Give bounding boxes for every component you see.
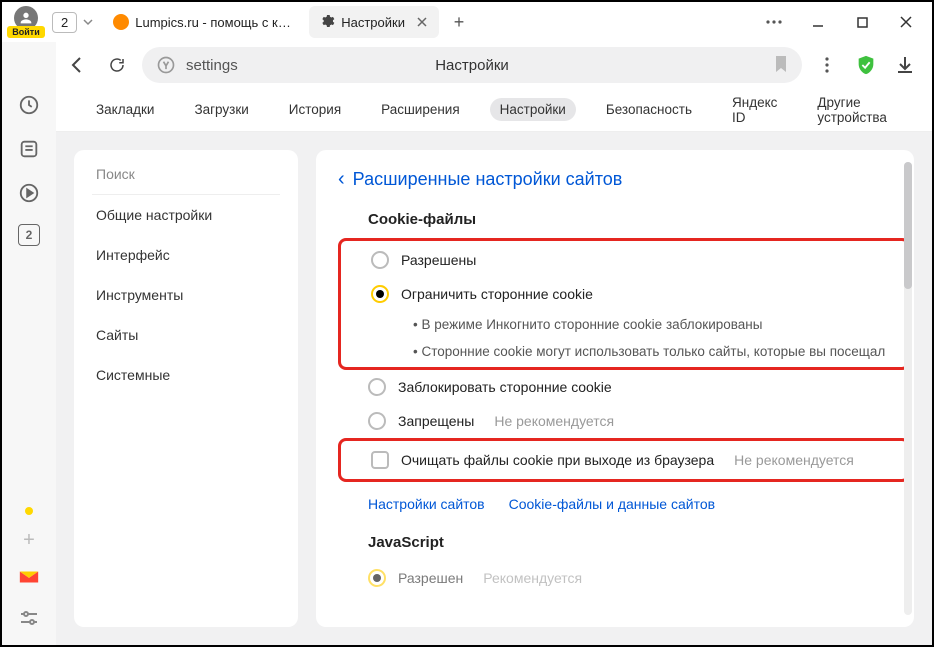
topnav-security[interactable]: Безопасность (596, 98, 702, 121)
favicon-icon (113, 14, 129, 30)
search-y-icon (156, 55, 176, 75)
option-label: Запрещены (398, 413, 474, 429)
omnibox-title: Настройки (142, 57, 802, 74)
hint-recommended: Рекомендуется (483, 570, 582, 586)
play-icon[interactable] (16, 180, 42, 206)
tab-title: Настройки (341, 15, 405, 30)
topnav-other-devices[interactable]: Другие устройства (807, 91, 902, 129)
radio-selected-icon (368, 569, 386, 587)
settings-topnav: Закладки Загрузки История Расширения Нас… (56, 88, 932, 132)
highlight-frame-1: Разрешены Ограничить сторонние cookie В … (338, 238, 910, 370)
more-button[interactable] (752, 4, 796, 40)
topnav-settings[interactable]: Настройки (490, 98, 576, 121)
sidebar-search[interactable]: Поиск (74, 154, 298, 194)
option-label: Разрешены (401, 252, 476, 268)
breadcrumb-back[interactable]: ‹ Расширенные настройки сайтов (338, 168, 914, 191)
close-button[interactable] (884, 4, 928, 40)
titlebar: Войти 2 Lumpics.ru - помощь с ком Настро… (2, 2, 932, 42)
hint-not-recommended: Не рекомендуется (494, 413, 614, 429)
option-label: Ограничить сторонние cookie (401, 286, 593, 302)
close-icon[interactable] (415, 15, 429, 29)
sidebar-item-tools[interactable]: Инструменты (74, 275, 298, 315)
sidebar-settings-icon[interactable] (16, 605, 42, 631)
new-tab-button[interactable]: + (445, 8, 473, 36)
highlight-frame-2: Очищать файлы cookie при выходе из брауз… (338, 438, 910, 482)
section-title-cookies: Cookie-файлы (368, 211, 914, 228)
login-badge: Войти (7, 26, 44, 38)
profile-area[interactable]: Войти (6, 6, 46, 38)
window-controls (752, 4, 928, 40)
add-panel-button[interactable]: + (23, 529, 35, 552)
radio-icon (368, 412, 386, 430)
limit-note-2: Сторонние cookie могут использовать толь… (341, 338, 907, 365)
limit-note-1: В режиме Инкогнито сторонние cookie забл… (341, 311, 907, 338)
option-cookies-forbidden[interactable]: Запрещены Не рекомендуется (338, 404, 914, 438)
sidebar-item-interface[interactable]: Интерфейс (74, 235, 298, 275)
gear-icon (319, 13, 335, 32)
bookmark-icon[interactable] (774, 55, 788, 76)
scrollbar[interactable] (904, 162, 912, 615)
tab-settings[interactable]: Настройки (309, 6, 439, 38)
radio-selected-icon (371, 285, 389, 303)
back-button[interactable] (62, 50, 92, 80)
chevron-down-icon (79, 13, 97, 31)
hint-not-recommended: Не рекомендуется (734, 452, 854, 468)
tab-title: Lumpics.ru - помощь с ком (135, 15, 293, 30)
maximize-button[interactable] (840, 4, 884, 40)
omnibox[interactable]: settings Настройки (142, 47, 802, 83)
cookie-links: Настройки сайтов Cookie-файлы и данные с… (338, 482, 914, 526)
tab-counter[interactable]: 2 (52, 12, 97, 33)
tabs-count-box[interactable]: 2 (18, 224, 40, 246)
protect-shield-icon[interactable] (852, 51, 880, 79)
vertical-sidebar: 2 + (2, 42, 56, 645)
address-bar: settings Настройки (2, 42, 932, 88)
topnav-downloads[interactable]: Загрузки (184, 98, 258, 121)
topnav-extensions[interactable]: Расширения (371, 98, 470, 121)
minimize-button[interactable] (796, 4, 840, 40)
option-cookies-allowed[interactable]: Разрешены (341, 243, 907, 277)
option-clear-on-exit[interactable]: Очищать файлы cookie при выходе из брауз… (341, 443, 907, 477)
sidebar-item-general[interactable]: Общие настройки (74, 195, 298, 235)
settings-sidebar: Поиск Общие настройки Интерфейс Инструме… (74, 150, 298, 627)
history-clock-icon[interactable] (16, 92, 42, 118)
breadcrumb-label: Расширенные настройки сайтов (353, 169, 623, 190)
kebab-menu-button[interactable] (812, 50, 842, 80)
reload-button[interactable] (102, 50, 132, 80)
topnav-yandex-id[interactable]: Яндекс ID (722, 91, 787, 129)
notification-dot-icon (25, 507, 33, 515)
topnav-history[interactable]: История (279, 98, 351, 121)
option-js-allowed[interactable]: Разрешен Рекомендуется (338, 561, 914, 595)
settings-main-panel: ‹ Расширенные настройки сайтов Cookie-фа… (316, 150, 914, 627)
option-label: Заблокировать сторонние cookie (398, 379, 612, 395)
scrollbar-thumb[interactable] (904, 162, 912, 289)
topnav-bookmarks[interactable]: Закладки (86, 98, 164, 121)
sidebar-item-sites[interactable]: Сайты (74, 315, 298, 355)
omnibox-url: settings (186, 57, 238, 74)
news-icon[interactable] (16, 136, 42, 162)
radio-icon (368, 378, 386, 396)
link-cookie-data[interactable]: Cookie-файлы и данные сайтов (509, 496, 715, 512)
option-label: Очищать файлы cookie при выходе из брауз… (401, 452, 714, 468)
option-cookies-limit[interactable]: Ограничить сторонние cookie (341, 277, 907, 311)
content-area: Закладки Загрузки История Расширения Нас… (56, 88, 932, 645)
section-title-js: JavaScript (368, 534, 914, 551)
tab-count: 2 (52, 12, 77, 33)
chevron-left-icon: ‹ (338, 168, 345, 191)
tab-lumpics[interactable]: Lumpics.ru - помощь с ком (103, 6, 303, 38)
option-label: Разрешен (398, 570, 463, 586)
checkbox-icon (371, 451, 389, 469)
mail-icon[interactable] (18, 566, 40, 591)
radio-icon (371, 251, 389, 269)
sidebar-item-system[interactable]: Системные (74, 355, 298, 395)
link-site-settings[interactable]: Настройки сайтов (368, 496, 485, 512)
downloads-button[interactable] (890, 50, 920, 80)
option-cookies-block-3p[interactable]: Заблокировать сторонние cookie (338, 370, 914, 404)
